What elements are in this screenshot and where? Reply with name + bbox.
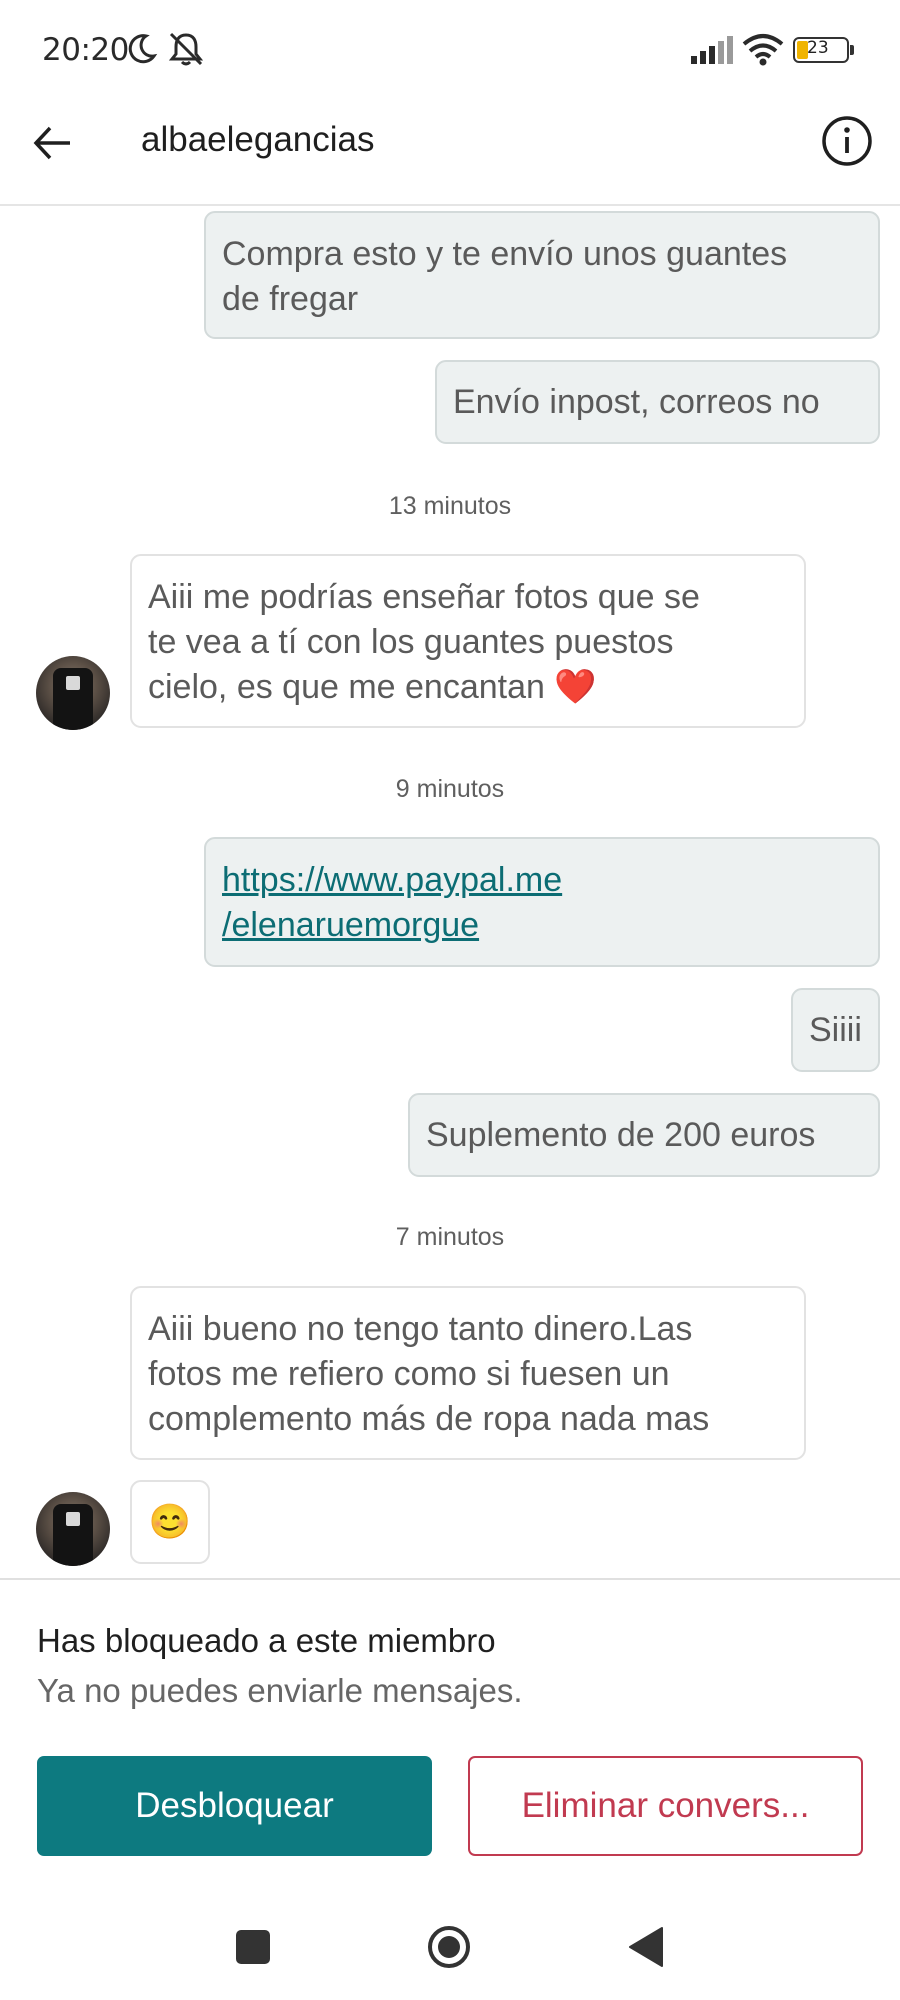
message-text: te vea a tí con los guantes puestos (148, 623, 674, 661)
time-separator: 9 minutos (395, 775, 505, 803)
message-incoming[interactable]: Aiii me podrías enseñar fotos que se te … (130, 554, 806, 728)
time-separator: 13 minutos (388, 492, 512, 520)
unblock-button-label: Desbloquear (135, 1786, 334, 1825)
status-time: 20:20 (42, 32, 129, 68)
message-outgoing[interactable]: Suplemento de 200 euros (408, 1093, 880, 1177)
emoji-message: 😊 (148, 1503, 192, 1541)
message-text: cielo, es que me encantan ❤️ (148, 668, 597, 706)
message-incoming[interactable]: Aiii bueno no tengo tanto dinero.Las fot… (130, 1286, 806, 1460)
recents-square-icon[interactable] (236, 1930, 270, 1964)
status-bar: 20:20 23 (0, 0, 900, 100)
unblock-button[interactable]: Desbloquear (37, 1756, 432, 1856)
message-incoming[interactable]: 😊 (130, 1480, 210, 1564)
conversation-header: albaelegancias (0, 100, 900, 206)
battery-icon: 23 (793, 37, 855, 63)
avatar[interactable] (36, 1492, 110, 1566)
delete-conversation-label: Eliminar convers... (521, 1786, 810, 1825)
conversation-title[interactable]: albaelegancias (141, 120, 375, 160)
home-circle-icon[interactable] (426, 1924, 472, 1970)
wifi-icon (742, 34, 784, 66)
message-text: Compra esto y te envío unos guantes (222, 235, 788, 273)
blocked-subtitle: Ya no puedes enviarle mensajes. (37, 1672, 523, 1709)
moon-icon (128, 34, 158, 64)
message-text: Aiii me podrías enseñar fotos que se (148, 578, 700, 616)
arrow-left-icon[interactable] (28, 118, 78, 168)
bell-off-icon (168, 32, 204, 66)
time-separator: 7 minutos (395, 1223, 505, 1251)
signal-icon (691, 36, 733, 64)
message-text: Siiii (809, 1011, 862, 1049)
message-text: Aiii bueno no tengo tanto dinero.Las (148, 1310, 693, 1348)
message-outgoing[interactable]: Envío inpost, correos no (435, 360, 880, 444)
message-text: de fregar (222, 280, 359, 318)
paypal-link[interactable]: /elenaruemorgue (222, 903, 862, 948)
message-outgoing[interactable]: Compra esto y te envío unos guantes de f… (204, 211, 880, 339)
delete-conversation-button[interactable]: Eliminar convers... (468, 1756, 863, 1856)
message-text: Suplemento de 200 euros (426, 1116, 816, 1154)
avatar[interactable] (36, 656, 110, 730)
link-text: https://www.paypal.me (222, 861, 563, 899)
message-outgoing[interactable]: https://www.paypal.me /elenaruemorgue (204, 837, 880, 967)
message-text: fotos me refiero como si fuesen un (148, 1355, 670, 1393)
battery-level: 23 (807, 38, 829, 58)
message-text: complemento más de ropa nada mas (148, 1400, 710, 1438)
blocked-member-panel: Has bloqueado a este miembro Ya no puede… (0, 1578, 900, 1878)
info-icon[interactable] (820, 114, 874, 168)
message-text: Envío inpost, correos no (453, 383, 820, 421)
paypal-link[interactable]: https://www.paypal.me (222, 858, 862, 903)
message-outgoing[interactable]: Siiii (791, 988, 880, 1072)
blocked-title: Has bloqueado a este miembro (37, 1622, 496, 1659)
system-navigation-bar (0, 1878, 900, 2000)
back-triangle-icon[interactable] (628, 1926, 664, 1968)
link-text: /elenaruemorgue (222, 906, 480, 944)
message-list[interactable]: Compra esto y te envío unos guantes de f… (0, 208, 900, 1578)
